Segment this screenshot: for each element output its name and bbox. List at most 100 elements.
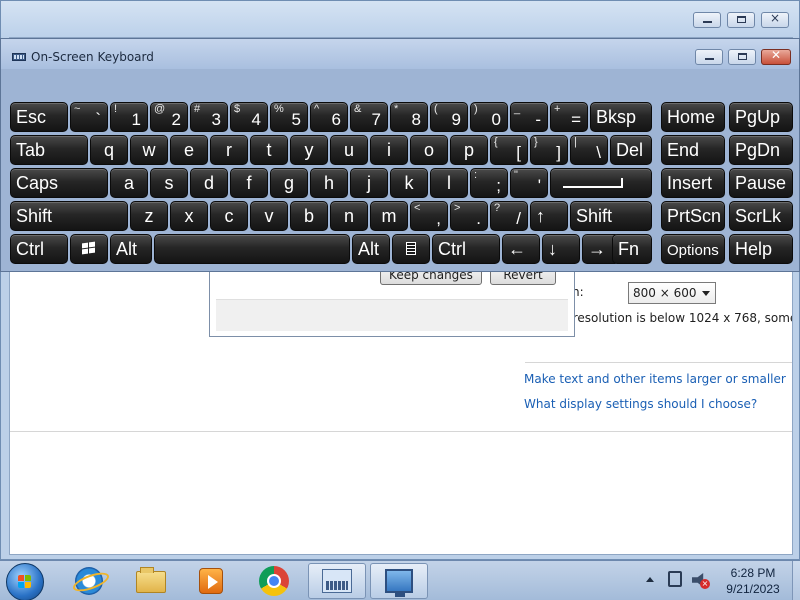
key-f[interactable]: f bbox=[230, 168, 268, 198]
key-shift-symbol: % bbox=[274, 103, 284, 115]
key-down[interactable]: ↓ bbox=[542, 234, 580, 264]
key-g[interactable]: g bbox=[270, 168, 308, 198]
key-j[interactable]: j bbox=[350, 168, 388, 198]
key-t[interactable]: t bbox=[250, 135, 288, 165]
key-minus[interactable]: _ - bbox=[510, 102, 548, 132]
key-fn[interactable]: Fn bbox=[612, 234, 652, 264]
display-settings-task-button[interactable] bbox=[370, 563, 428, 599]
key-x[interactable]: x bbox=[170, 201, 208, 231]
key-options[interactable]: Options bbox=[661, 234, 725, 264]
key-0[interactable]: ) 0 bbox=[470, 102, 508, 132]
key-shift-right[interactable]: Shift bbox=[570, 201, 652, 231]
key-k[interactable]: k bbox=[390, 168, 428, 198]
key-backslash[interactable]: | \ bbox=[570, 135, 608, 165]
key-9[interactable]: (9 bbox=[430, 102, 468, 132]
internet-explorer-button[interactable] bbox=[60, 563, 118, 599]
osk-minimize-button[interactable] bbox=[695, 49, 723, 65]
key-quote[interactable]: " ' bbox=[510, 168, 548, 198]
key-space[interactable] bbox=[154, 234, 350, 264]
key-period[interactable]: >. bbox=[450, 201, 488, 231]
key-comma[interactable]: <, bbox=[410, 201, 448, 231]
key-label: → bbox=[588, 239, 606, 259]
key-8[interactable]: * 8 bbox=[390, 102, 428, 132]
key-d[interactable]: d bbox=[190, 168, 228, 198]
show-desktop-button[interactable] bbox=[792, 561, 800, 600]
chrome-button[interactable] bbox=[245, 563, 303, 599]
key-bracket-right[interactable]: }] bbox=[530, 135, 568, 165]
key-r[interactable]: r bbox=[210, 135, 248, 165]
key-7[interactable]: & 7 bbox=[350, 102, 388, 132]
key-menu[interactable] bbox=[392, 234, 430, 264]
key-end[interactable]: End bbox=[661, 135, 725, 165]
display-settings-help-link[interactable]: What display settings should I choose? bbox=[524, 397, 757, 411]
bg-maximize-button[interactable] bbox=[727, 12, 755, 28]
key-z[interactable]: z bbox=[130, 201, 168, 231]
key-w[interactable]: w bbox=[130, 135, 168, 165]
key-pgdn[interactable]: PgDn bbox=[729, 135, 793, 165]
key-insert[interactable]: Insert bbox=[661, 168, 725, 198]
system-clock[interactable]: 6:28 PM 9/21/2023 bbox=[718, 565, 788, 597]
bg-minimize-button[interactable] bbox=[693, 12, 721, 28]
key-ctrl-left[interactable]: Ctrl bbox=[10, 234, 68, 264]
key-e[interactable]: e bbox=[170, 135, 208, 165]
key-backtick[interactable]: ~ ` bbox=[70, 102, 108, 132]
key-caps[interactable]: Caps bbox=[10, 168, 108, 198]
key-i[interactable]: i bbox=[370, 135, 408, 165]
key-2[interactable]: @2 bbox=[150, 102, 188, 132]
key-p[interactable]: p bbox=[450, 135, 488, 165]
key-m[interactable]: m bbox=[370, 201, 408, 231]
key-pause[interactable]: Pause bbox=[729, 168, 793, 198]
text-size-link[interactable]: Make text and other items larger or smal… bbox=[524, 372, 786, 386]
osk-close-button[interactable]: ✕ bbox=[761, 48, 791, 65]
key-slash[interactable]: ? / bbox=[490, 201, 528, 231]
key-scrlk[interactable]: ScrLk bbox=[729, 201, 793, 231]
network-icon[interactable] bbox=[668, 571, 682, 587]
key-windows[interactable] bbox=[70, 234, 108, 264]
key-b[interactable]: b bbox=[290, 201, 328, 231]
key-bracket-left[interactable]: {[ bbox=[490, 135, 528, 165]
key-alt-right[interactable]: Alt bbox=[352, 234, 390, 264]
key-1[interactable]: ! 1 bbox=[110, 102, 148, 132]
key-up[interactable]: ↑ bbox=[530, 201, 568, 231]
media-player-button[interactable] bbox=[182, 563, 240, 599]
key-n[interactable]: n bbox=[330, 201, 368, 231]
dialog-footer bbox=[216, 299, 568, 331]
explorer-folder-button[interactable] bbox=[122, 563, 180, 599]
key-enter[interactable] bbox=[550, 168, 652, 198]
key-c[interactable]: c bbox=[210, 201, 248, 231]
start-button[interactable] bbox=[6, 563, 44, 600]
osk-maximize-button[interactable] bbox=[728, 49, 756, 65]
key-semicolon[interactable]: :; bbox=[470, 168, 508, 198]
key-o[interactable]: o bbox=[410, 135, 448, 165]
key-shift-symbol: ) bbox=[474, 103, 478, 115]
key-u[interactable]: u bbox=[330, 135, 368, 165]
key-q[interactable]: q bbox=[90, 135, 128, 165]
key-help[interactable]: Help bbox=[729, 234, 793, 264]
on-screen-keyboard-task-button[interactable] bbox=[308, 563, 366, 599]
key-y[interactable]: y bbox=[290, 135, 328, 165]
bg-close-button[interactable]: × bbox=[761, 11, 789, 28]
key-prtscn[interactable]: PrtScn bbox=[661, 201, 725, 231]
key-3[interactable]: #3 bbox=[190, 102, 228, 132]
key-ctrl-right[interactable]: Ctrl bbox=[432, 234, 500, 264]
resolution-dropdown[interactable]: 800 × 600 bbox=[628, 282, 716, 304]
key-h[interactable]: h bbox=[310, 168, 348, 198]
key-alt-left[interactable]: Alt bbox=[110, 234, 152, 264]
key-tab[interactable]: Tab bbox=[10, 135, 88, 165]
key-l[interactable]: l bbox=[430, 168, 468, 198]
key-a[interactable]: a bbox=[110, 168, 148, 198]
key-4[interactable]: $4 bbox=[230, 102, 268, 132]
key-backspace[interactable]: Bksp bbox=[590, 102, 652, 132]
key-pgup[interactable]: PgUp bbox=[729, 102, 793, 132]
key-home[interactable]: Home bbox=[661, 102, 725, 132]
key-del[interactable]: Del bbox=[610, 135, 652, 165]
key-s[interactable]: s bbox=[150, 168, 188, 198]
key-equals[interactable]: + = bbox=[550, 102, 588, 132]
key-esc[interactable]: Esc bbox=[10, 102, 68, 132]
key-v[interactable]: v bbox=[250, 201, 288, 231]
key-shift-left[interactable]: Shift bbox=[10, 201, 128, 231]
show-hidden-icons-icon[interactable] bbox=[646, 577, 654, 582]
key-5[interactable]: % 5 bbox=[270, 102, 308, 132]
key-left[interactable]: ← bbox=[502, 234, 540, 264]
key-6[interactable]: ^ 6 bbox=[310, 102, 348, 132]
